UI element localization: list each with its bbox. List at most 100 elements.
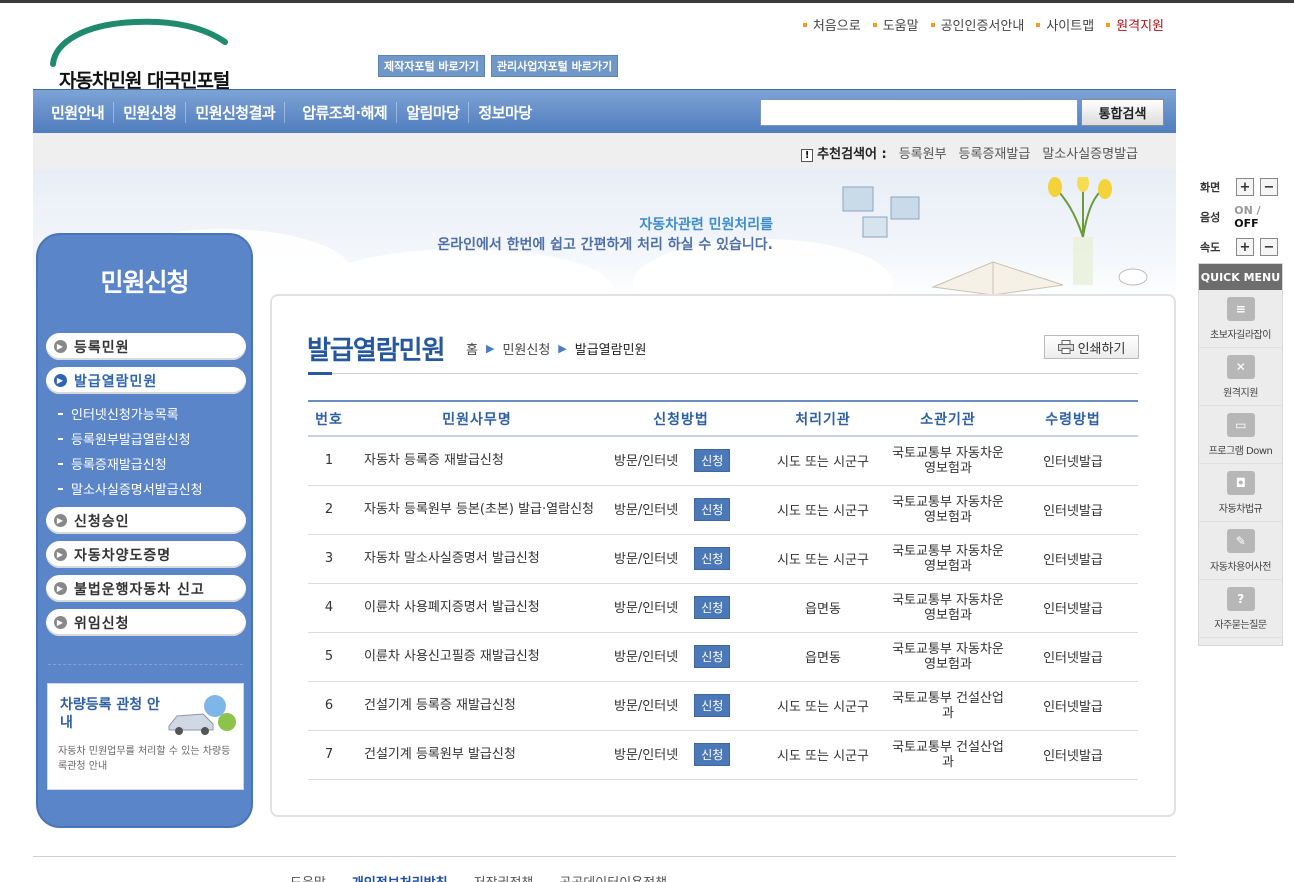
row-service-name: 자동차 등록증 재발급신청	[350, 436, 604, 486]
breadcrumb: 홈 ▶ 민원신청 ▶ 발급열람민원	[466, 339, 647, 358]
maker-portal-link[interactable]: 제작자포털 바로가기	[378, 55, 485, 77]
lnb-item-transfer[interactable]: ▶ 자동차양도증명	[46, 541, 246, 568]
breadcrumb-current: 발급열람민원	[574, 343, 647, 358]
search-input[interactable]	[760, 99, 1078, 126]
apply-button[interactable]: 신청	[694, 547, 731, 570]
col-receive: 수령방법	[1045, 411, 1101, 428]
row-method: 방문/인터넷 신청	[604, 632, 758, 682]
footer-divider	[33, 856, 1176, 857]
voice-toggle[interactable]: ON / OFF	[1234, 204, 1286, 230]
help-link[interactable]: 도움말	[873, 15, 919, 34]
nav-guide[interactable]: 민원안내	[45, 101, 115, 123]
table-row: 7 건설기계 등록원부 발급신청 방문/인터넷 신청 시도 또는 시군구 국토교통부 건설…	[308, 730, 1138, 780]
nav-apply[interactable]: 민원신청	[114, 101, 187, 123]
quick-faq[interactable]: ? 자주묻는질문	[1199, 580, 1282, 638]
lnb-sub-online-list[interactable]: 인터넷신청가능목록	[58, 401, 246, 426]
top-border	[0, 0, 1294, 3]
breadcrumb-apply[interactable]: 민원신청	[502, 339, 550, 358]
nav-notice[interactable]: 알림마당	[397, 101, 470, 123]
breadcrumb-home[interactable]: 홈	[466, 339, 478, 358]
footer-privacy[interactable]: 개인정보처리방침	[352, 872, 448, 882]
quick-program-download[interactable]: ▭ 프로그램 Down	[1199, 406, 1282, 464]
quick-car-law[interactable]: ◘ 자동차법규	[1199, 464, 1282, 522]
remote-support-link[interactable]: 원격지원	[1106, 15, 1164, 34]
guide-title: 차량등록 관청 안내	[60, 697, 160, 731]
registration-office-guide[interactable]: 차량등록 관청 안내 자동차 민원업무를 처리할 수 있는 차량등록관청 안내	[47, 683, 244, 790]
row-number: 1	[308, 436, 350, 486]
row-processor: 시도 또는 시군구	[758, 534, 888, 584]
nav-result[interactable]: 민원신청결과	[186, 101, 286, 123]
document-icon: ≡	[1226, 296, 1255, 321]
row-method: 방문/인터넷 신청	[604, 485, 758, 535]
arrow-circle-icon: ▶	[54, 548, 67, 561]
apply-button[interactable]: 신청	[694, 498, 731, 521]
row-service-name: 자동차 등록원부 등본(초본) 발급·열람신청	[350, 485, 604, 535]
lnb-sub-ledger[interactable]: 등록원부발급열람신청	[58, 426, 246, 451]
screen-label: 화면	[1200, 181, 1221, 194]
row-receive: 인터넷발급	[1008, 534, 1138, 584]
sitemap-link[interactable]: 사이트맵	[1036, 15, 1094, 34]
apply-button[interactable]: 신청	[694, 743, 731, 766]
print-button[interactable]: 인쇄하기	[1044, 335, 1139, 359]
zoom-out-button[interactable]: −	[1260, 178, 1278, 196]
footer-public-data[interactable]: 공공데이터이용정책	[559, 872, 667, 882]
page-title: 발급열람민원	[307, 336, 446, 366]
row-number: 4	[308, 583, 350, 633]
row-processor: 읍면동	[758, 632, 888, 682]
lnb-item-register[interactable]: ▶ 등록민원	[46, 333, 246, 360]
apply-button[interactable]: 신청	[694, 449, 731, 473]
footer-copyright[interactable]: 저작권정책	[474, 872, 534, 882]
voice-label: 음성	[1200, 211, 1221, 224]
left-menu-title: 민원신청	[100, 268, 189, 297]
lnb-item-illegal-report[interactable]: ▶ 불법운행자동차 신고	[46, 575, 246, 602]
apply-button[interactable]: 신청	[694, 645, 731, 668]
quick-car-dictionary[interactable]: ✎ 자동차용어사전	[1199, 522, 1282, 580]
main-nav: 민원안내 민원신청 민원신청결과 압류조회·해제 알림마당 정보마당 통합검색	[33, 89, 1176, 133]
row-processor: 시도 또는 시군구	[758, 681, 888, 731]
lnb-sub-cancel-cert[interactable]: 말소사실증명서발급신청	[58, 476, 246, 501]
chevron-right-icon: ▶	[558, 342, 567, 355]
speed-up-button[interactable]: +	[1236, 238, 1254, 256]
row-number: 7	[308, 730, 350, 780]
row-department: 국토교통부 자동차운영보험과	[888, 485, 1008, 535]
col-method: 신청방법	[653, 411, 709, 428]
lnb-item-issue[interactable]: ▶ 발급열람민원	[46, 367, 246, 394]
cert-guide-link[interactable]: 공인인증서안내	[931, 15, 1025, 34]
lnb-sub-reissue[interactable]: 등록증재발급신청	[58, 451, 246, 476]
site-logo[interactable]: 자동차민원 대국민포털	[45, 14, 285, 92]
lnb-item-approval[interactable]: ▶ 신청승인	[46, 507, 246, 534]
quick-beginner-guide[interactable]: ≡ 초보자길라잡이	[1199, 290, 1282, 348]
footer-links: 도움말 개인정보처리방침 저작권정책 공공데이터이용정책	[290, 872, 667, 882]
nav-seizure[interactable]: 압류조회·해제	[293, 101, 398, 123]
speed-down-button[interactable]: −	[1260, 238, 1278, 256]
footer-help[interactable]: 도움말	[290, 872, 326, 882]
home-link[interactable]: 처음으로	[803, 15, 861, 34]
nav-info[interactable]: 정보마당	[469, 102, 540, 123]
printer-icon	[1057, 340, 1074, 354]
accessibility-controls: 화면 + − 음성 ON / OFF 속도 + −	[1200, 172, 1286, 262]
recommend-term[interactable]: 등록증재발급	[959, 143, 1031, 162]
wrench-icon: ✎	[1226, 528, 1255, 553]
search-button[interactable]: 통합검색	[1081, 99, 1164, 126]
lnb-item-delegation[interactable]: ▶ 위임신청	[46, 609, 246, 636]
row-number: 3	[308, 534, 350, 584]
recommend-term[interactable]: 등록원부	[899, 143, 947, 162]
apply-button[interactable]: 신청	[694, 596, 731, 619]
row-receive: 인터넷발급	[1008, 681, 1138, 731]
row-receive: 인터넷발급	[1008, 485, 1138, 535]
manager-portal-link[interactable]: 관리사업자포털 바로가기	[490, 55, 619, 77]
lnb-submenu: 인터넷신청가능목록 등록원부발급열람신청 등록증재발급신청 말소사실증명서발급신…	[46, 401, 246, 501]
zoom-in-button[interactable]: +	[1236, 178, 1254, 196]
quick-remote-support[interactable]: ✕ 원격지원	[1199, 348, 1282, 406]
arrow-circle-icon: ▶	[54, 582, 67, 595]
row-department: 국토교통부 자동차운영보험과	[888, 583, 1008, 633]
row-processor: 시도 또는 시군구	[758, 485, 888, 535]
table-header-row: 번호 민원사무명 신청방법 처리기관 소관기관 수령방법	[308, 401, 1138, 436]
row-method: 방문/인터넷 신청	[604, 583, 758, 633]
row-processor: 읍면동	[758, 583, 888, 633]
recommend-term[interactable]: 말소사실증명발급	[1042, 143, 1138, 162]
left-menu: 민원신청 ▶ 등록민원 ▶ 발급열람민원 인터넷신청가능목록 등록원부발급열람신청 …	[36, 233, 253, 828]
row-receive: 인터넷발급	[1008, 583, 1138, 633]
apply-button[interactable]: 신청	[694, 694, 731, 717]
left-menu-divider	[48, 664, 243, 665]
